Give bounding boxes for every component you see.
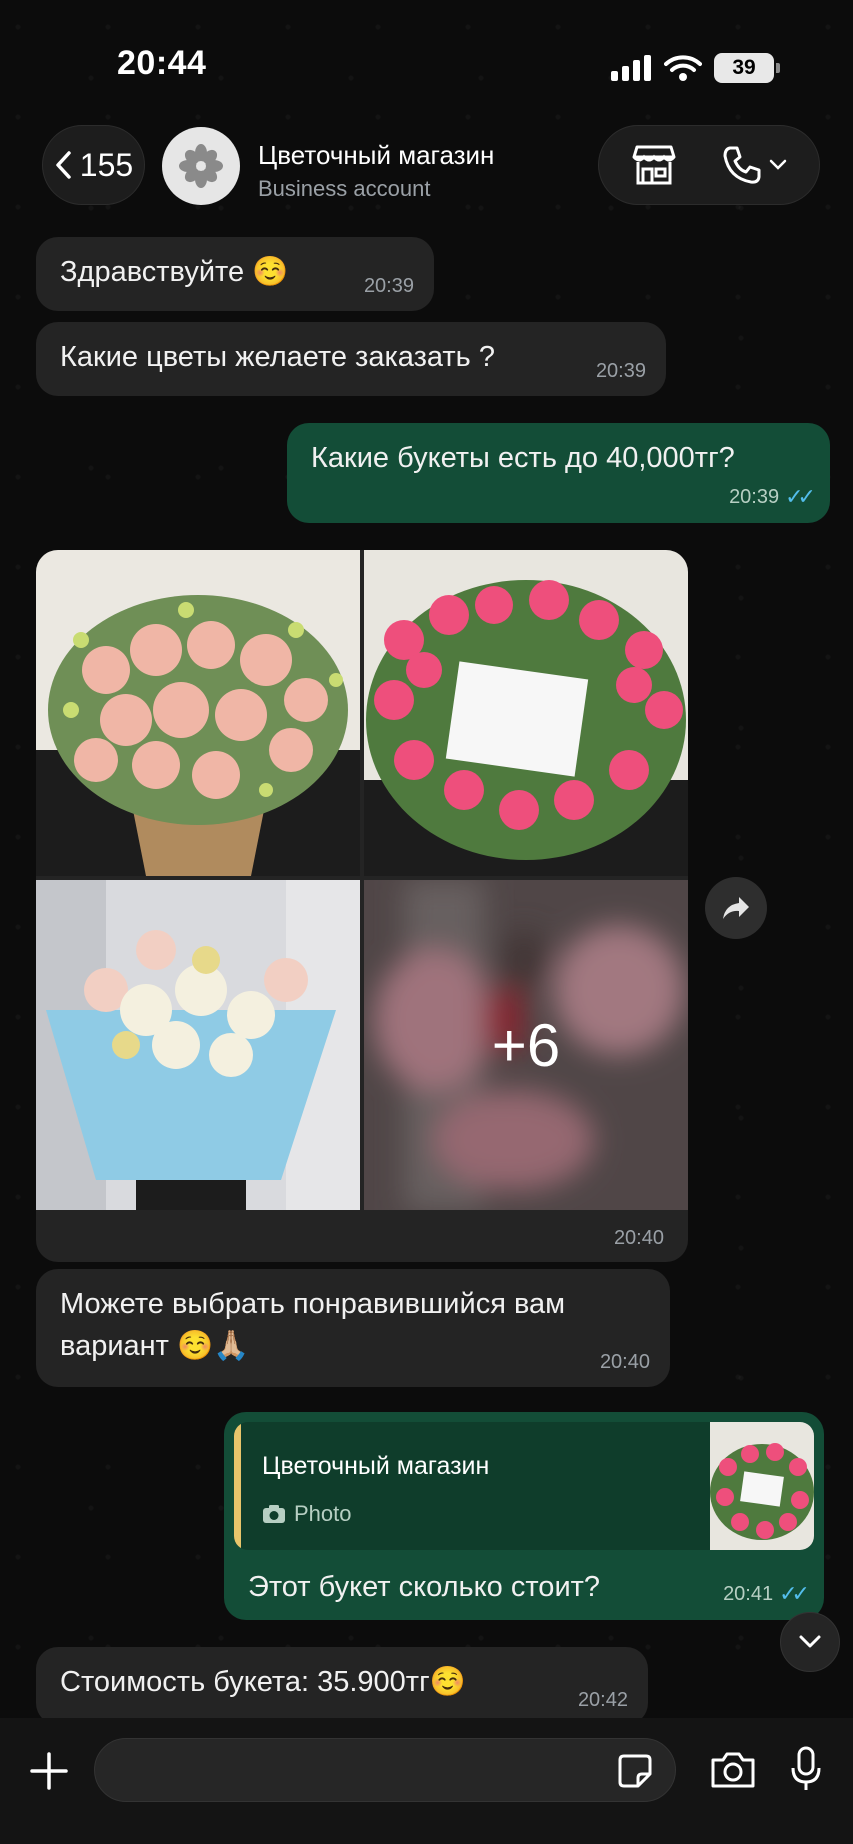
message-incoming[interactable]: Какие цветы желаете заказать ? 20:39 xyxy=(36,322,666,396)
quoted-type-label: Photo xyxy=(294,1501,352,1526)
read-receipt-icon: ✓✓ xyxy=(785,484,816,510)
message-outgoing-reply[interactable]: Цветочный магазин Photo Этот букет сколь… xyxy=(224,1412,824,1620)
message-meta: 20:40 xyxy=(600,1348,650,1377)
status-icons: 39 xyxy=(610,48,785,88)
read-receipt-icon: ✓✓ xyxy=(779,1581,810,1607)
album-photo-3[interactable] xyxy=(36,880,360,1210)
message-time: 20:39 xyxy=(729,485,780,508)
message-meta: 20:40 xyxy=(614,1227,664,1250)
quoted-type: Photo xyxy=(262,1498,352,1530)
message-text: Какие букеты есть до 40,000тг? xyxy=(311,442,735,474)
contact-subtitle: Business account xyxy=(258,176,431,201)
quoted-message[interactable]: Цветочный магазин Photo xyxy=(234,1422,814,1550)
quoted-thumbnail xyxy=(710,1422,814,1550)
chat-header: 155 Цветочный магазин Business account xyxy=(0,110,853,230)
storefront-icon xyxy=(632,145,676,185)
camera-icon xyxy=(711,1752,755,1788)
message-text: Стоимость букета: 35.900тг☺️ xyxy=(60,1666,466,1698)
call-button[interactable] xyxy=(721,144,787,186)
message-time: 20:40 xyxy=(599,1351,650,1373)
message-input[interactable] xyxy=(117,1753,597,1789)
phone-icon xyxy=(723,146,761,184)
chevron-down-icon xyxy=(799,1635,821,1648)
bouquet-photo-pink-roses xyxy=(364,550,688,876)
message-text-line-1: Можете выбрать понравившийся вам xyxy=(60,1288,566,1320)
forward-button[interactable] xyxy=(705,877,767,939)
album-photo-2[interactable] xyxy=(364,550,688,876)
chevron-left-icon xyxy=(56,151,71,179)
message-text: Здравствуйте ☺️ xyxy=(60,256,289,288)
message-text: Этот букет сколько стоит? xyxy=(248,1571,601,1603)
camera-button[interactable] xyxy=(708,1746,758,1794)
photo-album-message[interactable]: +6 20:40 xyxy=(36,550,688,1262)
bouquet-photo-orchids xyxy=(36,880,360,1210)
chevron-down-icon xyxy=(769,159,787,170)
plus-icon xyxy=(30,1752,68,1790)
composer-bar xyxy=(0,1718,853,1844)
message-text: Какие цветы желаете заказать ? xyxy=(60,341,495,373)
more-photos-count: +6 xyxy=(491,1011,561,1079)
back-button[interactable]: 155 xyxy=(42,125,145,205)
quoted-author: Цветочный магазин xyxy=(262,1452,490,1480)
message-time: 20:40 xyxy=(613,1227,664,1249)
camera-small-icon xyxy=(263,1504,285,1523)
message-time: 20:42 xyxy=(577,1689,628,1711)
message-time: 20:39 xyxy=(363,275,414,297)
status-time: 20:44 xyxy=(117,44,207,82)
message-meta: 20:41 ✓✓ xyxy=(723,1578,810,1610)
message-time: 20:41 xyxy=(723,1582,774,1605)
bouquet-photo-pink-lisianthus xyxy=(36,550,360,876)
message-meta: 20:39 xyxy=(364,272,414,301)
message-incoming[interactable]: Стоимость букета: 35.900тг☺️ 20:42 xyxy=(36,1647,648,1725)
quoted-photo-roses xyxy=(710,1422,814,1550)
battery-indicator: 39 xyxy=(714,53,780,83)
message-meta: 20:39 xyxy=(596,357,646,386)
forward-arrow-icon xyxy=(723,897,749,919)
album-photo-1[interactable] xyxy=(36,550,360,876)
message-incoming[interactable]: Здравствуйте ☺️ 20:39 xyxy=(36,237,434,311)
scroll-to-bottom-button[interactable] xyxy=(780,1612,840,1672)
message-incoming[interactable]: Можете выбрать понравившийся вам вариант… xyxy=(36,1269,670,1387)
message-time: 20:39 xyxy=(595,360,646,382)
message-outgoing[interactable]: Какие букеты есть до 40,000тг? 20:39 ✓✓ xyxy=(287,423,830,523)
album-photo-4-more[interactable]: +6 xyxy=(364,880,688,1210)
contact-name[interactable]: Цветочный магазин xyxy=(258,140,494,171)
header-actions xyxy=(598,125,820,205)
message-input-field[interactable] xyxy=(94,1738,676,1802)
avatar[interactable] xyxy=(162,127,240,205)
sticker-button[interactable] xyxy=(617,1753,653,1789)
attach-button[interactable] xyxy=(26,1748,72,1794)
message-meta: 20:42 xyxy=(578,1686,628,1715)
voice-message-button[interactable] xyxy=(786,1744,826,1794)
quote-accent-bar xyxy=(234,1422,241,1550)
catalog-button[interactable] xyxy=(631,143,677,187)
flower-logo-icon xyxy=(179,144,223,188)
message-meta: 20:39 ✓✓ xyxy=(729,481,816,513)
wifi-icon xyxy=(664,55,702,81)
microphone-icon xyxy=(791,1746,821,1790)
cellular-signal-icon xyxy=(611,55,651,81)
unread-count: 155 xyxy=(79,146,134,183)
message-text-line-2: вариант ☺️🙏🏼 xyxy=(60,1330,250,1363)
sticker-icon xyxy=(618,1754,652,1788)
